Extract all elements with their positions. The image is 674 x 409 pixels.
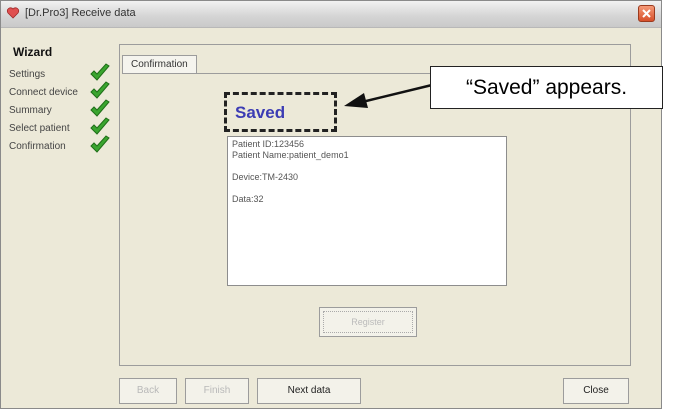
step-label: Connect device: [9, 87, 78, 98]
annotation-callout: “Saved” appears.: [430, 66, 663, 109]
step-label: Settings: [9, 69, 46, 80]
data-count-line: Data:32: [232, 194, 264, 204]
back-button[interactable]: Back: [119, 378, 177, 404]
patient-name-line: Patient Name:patient_demo1: [232, 150, 349, 160]
close-button[interactable]: Close: [563, 378, 629, 404]
step-label: Select patient: [9, 123, 70, 134]
checkmark-icon: [90, 135, 110, 153]
close-icon: [642, 9, 651, 18]
window-close-button[interactable]: [638, 5, 655, 22]
received-data-summary: Patient ID:123456 Patient Name:patient_d…: [227, 136, 507, 286]
checkmark-icon: [90, 117, 110, 135]
checkmark-icon: [90, 99, 110, 117]
checkmark-icon: [90, 63, 110, 81]
next-data-button[interactable]: Next data: [257, 378, 361, 404]
step-label: Summary: [9, 105, 52, 116]
saved-status-text: Saved: [235, 103, 286, 122]
window-title: [Dr.Pro3] Receive data: [25, 7, 136, 19]
wizard-sidebar: Wizard Settings Connect device Summary S…: [9, 45, 119, 157]
step-label: Confirmation: [9, 141, 66, 152]
finish-button[interactable]: Finish: [185, 378, 249, 404]
receive-data-window: [Dr.Pro3] Receive data Wizard Settings C…: [0, 0, 662, 409]
patient-id-line: Patient ID:123456: [232, 139, 305, 149]
callout-arrow-icon: [344, 83, 433, 108]
app-heart-icon: [6, 7, 20, 19]
device-line: Device:TM-2430: [232, 172, 299, 182]
wizard-step-confirmation: Confirmation: [9, 135, 119, 157]
tab-confirmation[interactable]: Confirmation: [122, 55, 197, 74]
checkmark-icon: [90, 81, 110, 99]
register-button[interactable]: Register: [319, 307, 417, 337]
title-bar: [Dr.Pro3] Receive data: [1, 1, 661, 28]
